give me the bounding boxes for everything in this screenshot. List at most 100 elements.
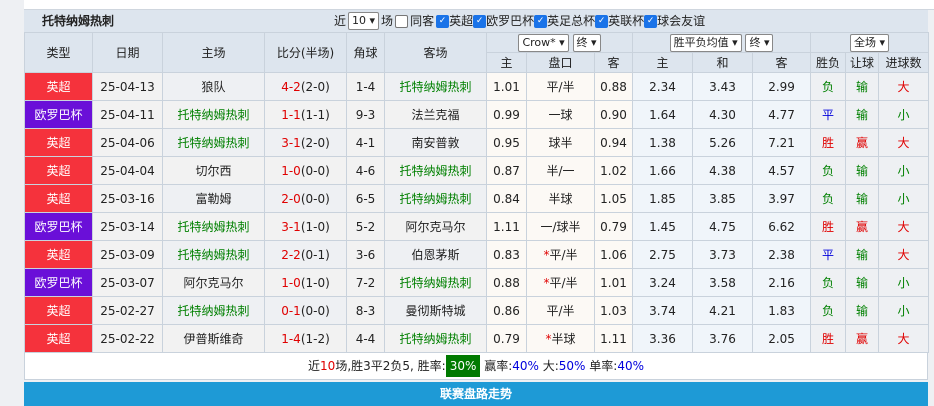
draw-odds: 5.26	[692, 128, 754, 157]
home-team[interactable]: 伊普斯维奇	[162, 324, 265, 353]
home-team[interactable]: 切尔西	[162, 156, 265, 185]
away-team[interactable]: 曼彻斯特城	[384, 296, 487, 325]
score-half: (1-0)	[300, 219, 330, 234]
loss-odds: 6.62	[752, 212, 812, 241]
away-team[interactable]: 托特纳姆热刺	[384, 268, 487, 297]
subheader-8: 进球数	[878, 52, 930, 73]
same-venue-checkbox[interactable]	[395, 14, 409, 28]
home-odds: 0.83	[486, 240, 527, 269]
col-score: 比分(半场)	[264, 32, 347, 73]
eu-select[interactable]: 胜平负均值 ▾	[669, 33, 742, 52]
league-checkbox[interactable]: ✓	[534, 14, 548, 28]
score-cell: 0-1(0-0)	[264, 296, 347, 325]
score-half: (0-0)	[300, 303, 330, 318]
panel-header: 托特纳姆热刺 近 10 ▾ 场 同客 ✓ 英超 ✓ 欧罗巴杯 ✓ 英足总杯 ✓ 英联杯 ✓ 球会友…	[24, 10, 928, 32]
win-odds: 3.24	[632, 268, 694, 297]
away-team[interactable]: 托特纳姆热刺	[384, 156, 487, 185]
period-select[interactable]: 全场 ▾	[850, 33, 890, 52]
league-cell[interactable]: 英超	[24, 72, 93, 101]
league-label: 球会友谊	[657, 14, 706, 28]
summary-count: 10	[320, 359, 336, 373]
company-select[interactable]: Crow* ▾	[518, 33, 569, 52]
score-cell: 1-1(1-1)	[264, 100, 347, 129]
league-cell[interactable]: 欧罗巴杯	[24, 268, 93, 297]
league-cell[interactable]: 英超	[24, 296, 93, 325]
league-cell[interactable]: 英超	[24, 156, 93, 185]
home-team[interactable]: 阿尔克马尔	[162, 268, 265, 297]
home-team[interactable]: 托特纳姆热刺	[162, 240, 265, 269]
away-team[interactable]: 阿尔克马尔	[384, 212, 487, 241]
subheader-6: 胜负	[810, 52, 847, 73]
eu-time-select[interactable]: 终 ▾	[745, 33, 774, 52]
league-checkbox[interactable]: ✓	[436, 14, 450, 28]
away-team[interactable]: 法兰克福	[384, 100, 487, 129]
league-checkbox[interactable]: ✓	[595, 14, 609, 28]
draw-odds: 3.85	[692, 184, 754, 213]
odds-time-select[interactable]: 终 ▾	[572, 33, 601, 52]
home-team[interactable]: 托特纳姆热刺	[162, 296, 265, 325]
home-team[interactable]: 富勒姆	[162, 184, 265, 213]
away-team[interactable]: 南安普敦	[384, 128, 487, 157]
home-team[interactable]: 托特纳姆热刺	[162, 212, 265, 241]
score-half: (2-0)	[300, 79, 330, 94]
away-team[interactable]: 托特纳姆热刺	[384, 324, 487, 353]
away-team[interactable]: 伯恩茅斯	[384, 240, 487, 269]
summary-text: 场,胜3平2负5, 胜率:	[335, 359, 446, 373]
recent-count-select[interactable]: 10 ▾	[348, 12, 380, 30]
loss-odds: 2.99	[752, 72, 812, 101]
same-venue-label: 同客	[410, 14, 435, 28]
league-trend-bar[interactable]: 联赛盘路走势	[24, 382, 928, 406]
league-cell[interactable]: 英超	[24, 184, 93, 213]
away-team[interactable]: 托特纳姆热刺	[384, 72, 487, 101]
over-under-result: 大	[878, 212, 930, 241]
score-cell: 2-0(0-0)	[264, 184, 347, 213]
subheader-3: 主	[632, 52, 694, 73]
over-under-result: 大	[878, 128, 930, 157]
handicap-result: 输	[845, 184, 880, 213]
score-cell: 3-1(2-0)	[264, 128, 347, 157]
league-cell[interactable]: 英超	[24, 324, 93, 353]
over-under-result: 大	[878, 324, 930, 353]
away-odds: 1.03	[593, 296, 634, 325]
home-odds: 0.87	[486, 156, 527, 185]
date-cell: 25-03-07	[92, 268, 163, 297]
corner-cell: 7-2	[346, 268, 385, 297]
date-cell: 25-04-04	[92, 156, 163, 185]
subheader-4: 和	[692, 52, 754, 73]
handicap-result: 输	[845, 100, 880, 129]
corner-cell: 5-2	[346, 212, 385, 241]
league-label: 欧罗巴杯	[486, 14, 535, 28]
result: 负	[810, 72, 847, 101]
home-team[interactable]: 托特纳姆热刺	[162, 128, 265, 157]
win-odds: 1.85	[632, 184, 694, 213]
score-half: (0-0)	[300, 163, 330, 178]
asian-odds-header: Crow* ▾ 终 ▾	[485, 32, 634, 53]
score-half: (1-0)	[300, 275, 330, 290]
draw-odds: 4.75	[692, 212, 754, 241]
handicap-result: 输	[845, 268, 880, 297]
league-cell[interactable]: 欧罗巴杯	[24, 100, 93, 129]
date-cell: 25-04-11	[92, 100, 163, 129]
handicap-line: 球半	[526, 128, 595, 157]
handicap-result: 输	[845, 72, 880, 101]
recent-suffix: 场	[381, 14, 394, 28]
date-cell: 25-02-22	[92, 324, 163, 353]
date-cell: 25-04-13	[92, 72, 163, 101]
league-checkbox[interactable]: ✓	[473, 14, 487, 28]
corner-cell: 4-4	[346, 324, 385, 353]
loss-odds: 2.05	[752, 324, 812, 353]
league-cell[interactable]: 英超	[24, 128, 93, 157]
draw-odds: 3.43	[692, 72, 754, 101]
league-checkbox[interactable]: ✓	[644, 14, 658, 28]
home-team[interactable]: 托特纳姆热刺	[162, 100, 265, 129]
win-odds: 1.64	[632, 100, 694, 129]
corner-cell: 3-6	[346, 240, 385, 269]
handicap-result: 输	[845, 156, 880, 185]
corner-cell: 1-4	[346, 72, 385, 101]
league-cell[interactable]: 英超	[24, 240, 93, 269]
home-odds: 0.88	[486, 268, 527, 297]
away-team[interactable]: 托特纳姆热刺	[384, 184, 487, 213]
league-cell[interactable]: 欧罗巴杯	[24, 212, 93, 241]
home-team[interactable]: 狼队	[162, 72, 265, 101]
table-row: 欧罗巴杯 25-03-07 阿尔克马尔 1-0(1-0) 7-2 托特纳姆热刺 0.88 *平…	[24, 268, 930, 297]
